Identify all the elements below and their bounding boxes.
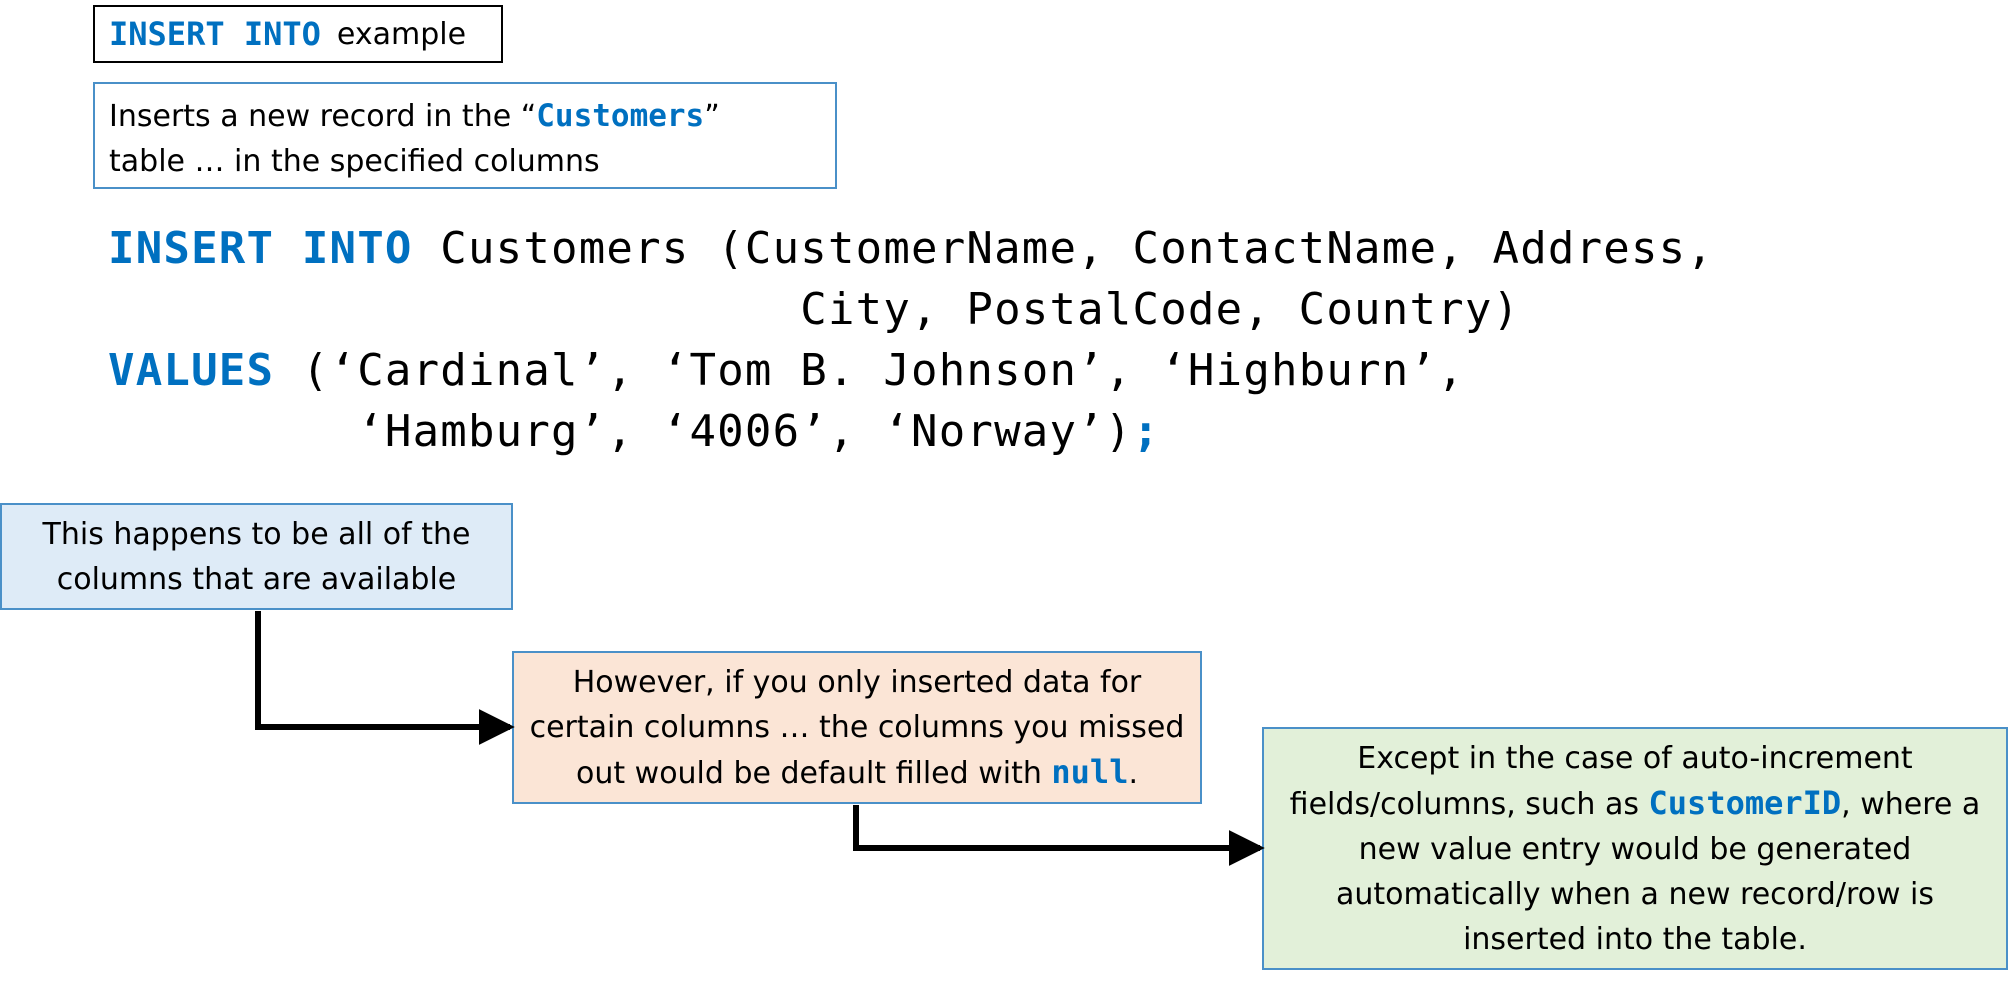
connector-arrow-columns-to-null — [255, 611, 515, 745]
connector-arrow-null-to-autoinc — [853, 805, 1265, 866]
connector-layer — [255, 611, 1265, 866]
